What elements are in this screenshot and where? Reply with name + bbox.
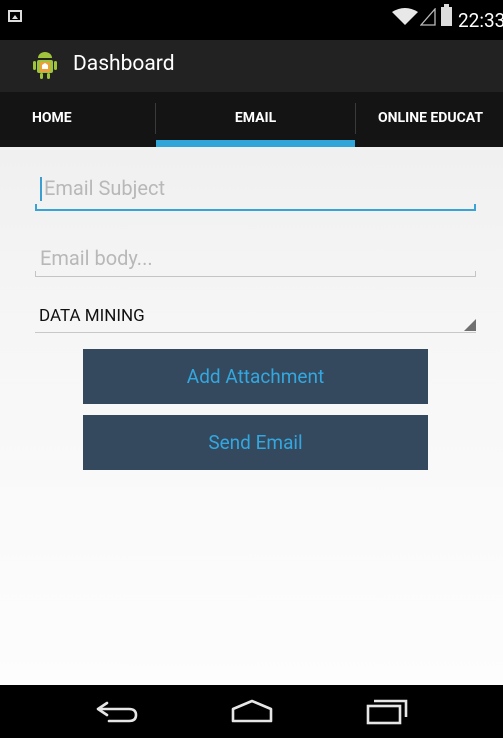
email-body-underline — [35, 271, 476, 277]
email-body-input[interactable]: Email body... — [35, 244, 476, 280]
email-subject-placeholder: Email Subject — [44, 176, 166, 200]
subject-spinner-value: DATA MINING — [39, 306, 145, 326]
text-cursor — [40, 177, 42, 201]
add-attachment-button[interactable]: Add Attachment — [83, 349, 428, 404]
signal-icon — [420, 8, 436, 26]
recent-apps-icon[interactable] — [365, 697, 409, 727]
email-subject-underline — [35, 204, 476, 211]
tab-divider — [355, 103, 356, 134]
wifi-icon — [392, 8, 418, 25]
status-bar: 22:33 — [0, 0, 503, 40]
back-icon[interactable] — [95, 697, 139, 727]
subject-spinner-underline — [35, 332, 476, 333]
battery-icon — [441, 4, 452, 26]
home-icon[interactable] — [230, 697, 274, 727]
email-subject-input[interactable]: Email Subject — [35, 174, 476, 211]
send-email-button[interactable]: Send Email — [83, 415, 428, 470]
email-body-placeholder: Email body... — [40, 246, 153, 270]
android-app-icon[interactable] — [30, 51, 60, 81]
tab-home[interactable]: HOME — [32, 92, 72, 147]
tab-selected-indicator — [156, 140, 355, 147]
notification-image-icon — [8, 10, 22, 22]
navigation-bar — [0, 685, 503, 738]
subject-spinner[interactable]: DATA MINING — [35, 305, 476, 333]
tab-online-education[interactable]: ONLINE EDUCAT — [378, 92, 483, 147]
spinner-dropdown-icon — [464, 319, 476, 331]
status-time: 22:33 — [458, 9, 503, 32]
tab-email[interactable]: EMAIL — [156, 92, 355, 147]
app-title: Dashboard — [73, 52, 175, 76]
tab-bar: HOME EMAIL ONLINE EDUCAT — [0, 92, 503, 147]
action-bar: Dashboard — [0, 40, 503, 92]
